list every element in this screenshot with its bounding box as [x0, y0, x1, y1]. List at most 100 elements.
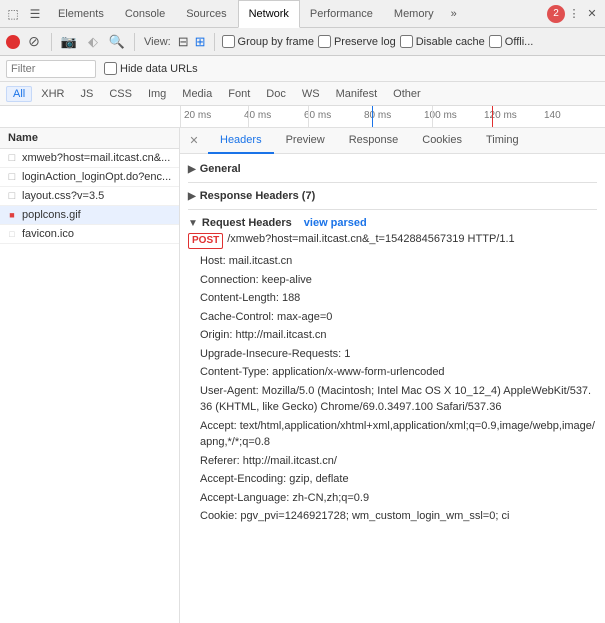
grid-line-2 — [308, 106, 309, 127]
header-line-cache-control: Cache-Control: max-age=0 — [200, 308, 597, 327]
tick-120ms: 120 ms — [484, 110, 517, 121]
file-name-xmweb: xmweb?host=mail.itcast.cn&... — [22, 152, 170, 164]
tick-100ms: 100 ms — [424, 110, 457, 121]
file-icon-ico: □ — [6, 228, 18, 240]
header-lines-section: Host: mail.itcast.cn Connection: keep-al… — [188, 250, 597, 530]
tab-elements[interactable]: Elements — [48, 0, 115, 28]
general-section-header[interactable]: ▶ General — [188, 160, 597, 178]
devtools-menu-icon[interactable]: ⋮ — [565, 5, 583, 23]
toolbar-separator-1 — [51, 33, 52, 51]
request-headers-section-header[interactable]: ▼ Request Headers view parsed — [188, 214, 597, 232]
request-headers-arrow-icon: ▼ — [188, 218, 198, 229]
offline-checkbox[interactable]: Offli... — [489, 35, 534, 48]
tab-headers[interactable]: Headers — [208, 128, 274, 154]
divider-2 — [188, 209, 597, 210]
type-filter-font[interactable]: Font — [221, 86, 257, 102]
header-line-origin: Origin: http://mail.itcast.cn — [200, 326, 597, 345]
type-filter-xhr[interactable]: XHR — [34, 86, 71, 102]
tab-response[interactable]: Response — [337, 128, 411, 154]
header-line-cookie: Cookie: pgv_pvi=1246921728; wm_custom_lo… — [200, 507, 597, 526]
header-line-connection: Connection: keep-alive — [200, 271, 597, 290]
type-filter-manifest[interactable]: Manifest — [329, 86, 385, 102]
grid-line-0 — [180, 106, 181, 127]
hide-data-urls-checkbox[interactable]: Hide data URLs — [104, 62, 198, 75]
header-line-content-length: Content-Length: 188 — [200, 289, 597, 308]
tab-sources[interactable]: Sources — [176, 0, 237, 28]
file-icon-page-3: □ — [6, 190, 18, 202]
inspect-icon[interactable]: ⬚ — [4, 5, 22, 23]
filter-input[interactable] — [11, 63, 91, 75]
devtools-close-icon[interactable]: ✕ — [583, 5, 601, 23]
file-name-favicon: favicon.ico — [22, 228, 74, 240]
type-filter-media[interactable]: Media — [175, 86, 219, 102]
file-item-loginaction[interactable]: □ loginAction_loginOpt.do?enc... — [0, 168, 179, 187]
tab-performance[interactable]: Performance — [300, 0, 384, 28]
header-line-referer: Referer: http://mail.itcast.cn/ — [200, 452, 597, 471]
timeline-bar: 20 ms 40 ms 60 ms 80 ms 100 ms 120 ms 14… — [0, 106, 605, 128]
blue-marker — [372, 106, 373, 127]
response-headers-section-header[interactable]: ▶ Response Headers (7) — [188, 187, 597, 205]
tab-bar: ⬚ ☰ Elements Console Sources Network Per… — [0, 0, 605, 28]
header-line-upgrade: Upgrade-Insecure-Requests: 1 — [200, 345, 597, 364]
header-line-accept-language: Accept-Language: zh-CN,zh;q=0.9 — [200, 489, 597, 508]
toolbar: ⊘ 📷 ⬖ 🔍 View: ⊟ ⊞ Group by frame Preserv… — [0, 28, 605, 56]
type-filter-ws[interactable]: WS — [295, 86, 327, 102]
type-filter-img[interactable]: Img — [141, 86, 173, 102]
file-item-poplicons[interactable]: ■ poplcons.gif — [0, 206, 179, 225]
timeline-inner: 20 ms 40 ms 60 ms 80 ms 100 ms 120 ms 14… — [180, 106, 605, 127]
close-panel-button[interactable]: ✕ — [186, 133, 202, 149]
clear-button[interactable]: ⊘ — [24, 32, 44, 52]
header-line-accept-encoding: Accept-Encoding: gzip, deflate — [200, 470, 597, 489]
file-item-favicon[interactable]: □ favicon.ico — [0, 225, 179, 244]
main-content: Name □ xmweb?host=mail.itcast.cn&... □ l… — [0, 128, 605, 623]
view-list-icon[interactable]: ⊟ — [178, 34, 189, 50]
disable-cache-checkbox[interactable]: Disable cache — [400, 35, 485, 48]
type-filter-css[interactable]: CSS — [102, 86, 139, 102]
type-filter-other[interactable]: Other — [386, 86, 428, 102]
tab-bar-icons: ⬚ ☰ — [4, 5, 44, 23]
tab-memory[interactable]: Memory — [384, 0, 445, 28]
filter-icon[interactable]: ⬖ — [83, 32, 103, 52]
toolbar-separator-2 — [134, 33, 135, 51]
red-marker — [492, 106, 493, 127]
type-filter-doc[interactable]: Doc — [259, 86, 293, 102]
tab-network[interactable]: Network — [238, 0, 300, 28]
error-badge: 2 — [547, 5, 565, 23]
view-grid-icon[interactable]: ⊞ — [195, 34, 206, 50]
header-line-accept: Accept: text/html,application/xhtml+xml,… — [200, 417, 597, 452]
header-line-content-type: Content-Type: application/x-www-form-url… — [200, 363, 597, 382]
tab-cookies[interactable]: Cookies — [410, 128, 474, 154]
file-icon-gif: ■ — [6, 209, 18, 221]
view-label: View: — [144, 36, 171, 48]
camera-icon[interactable]: 📷 — [59, 32, 79, 52]
general-arrow-icon: ▶ — [188, 164, 196, 175]
file-name-poplicons: poplcons.gif — [22, 209, 81, 221]
tab-timing[interactable]: Timing — [474, 128, 531, 154]
search-icon[interactable]: 🔍 — [107, 32, 127, 52]
record-button[interactable] — [6, 35, 20, 49]
device-icon[interactable]: ☰ — [26, 5, 44, 23]
filter-row: Hide data URLs — [0, 56, 605, 82]
right-pane: ✕ Headers Preview Response Cookies Timin… — [180, 128, 605, 623]
tab-more[interactable]: » — [445, 8, 463, 20]
tick-80ms: 80 ms — [364, 110, 391, 121]
preserve-log-checkbox[interactable]: Preserve log — [318, 35, 396, 48]
header-line-host: Host: mail.itcast.cn — [200, 252, 597, 271]
right-tabs: ✕ Headers Preview Response Cookies Timin… — [180, 128, 605, 154]
file-list-header: Name — [0, 128, 179, 149]
view-parsed-link[interactable]: view parsed — [304, 217, 367, 229]
file-name-loginaction: loginAction_loginOpt.do?enc... — [22, 171, 171, 183]
file-item-xmweb[interactable]: □ xmweb?host=mail.itcast.cn&... — [0, 149, 179, 168]
file-item-layoutcss[interactable]: □ layout.css?v=3.5 — [0, 187, 179, 206]
type-filter-all[interactable]: All — [6, 86, 32, 102]
tick-20ms: 20 ms — [184, 110, 211, 121]
group-by-frame-checkbox[interactable]: Group by frame — [222, 35, 314, 48]
type-filter-js[interactable]: JS — [73, 86, 100, 102]
toolbar-separator-3 — [214, 33, 215, 51]
file-icon-page-1: □ — [6, 152, 18, 164]
filter-input-wrap — [6, 60, 96, 78]
tab-preview[interactable]: Preview — [274, 128, 337, 154]
type-filter-row: AllXHRJSCSSImgMediaFontDocWSManifestOthe… — [0, 82, 605, 106]
divider-1 — [188, 182, 597, 183]
tab-console[interactable]: Console — [115, 0, 176, 28]
